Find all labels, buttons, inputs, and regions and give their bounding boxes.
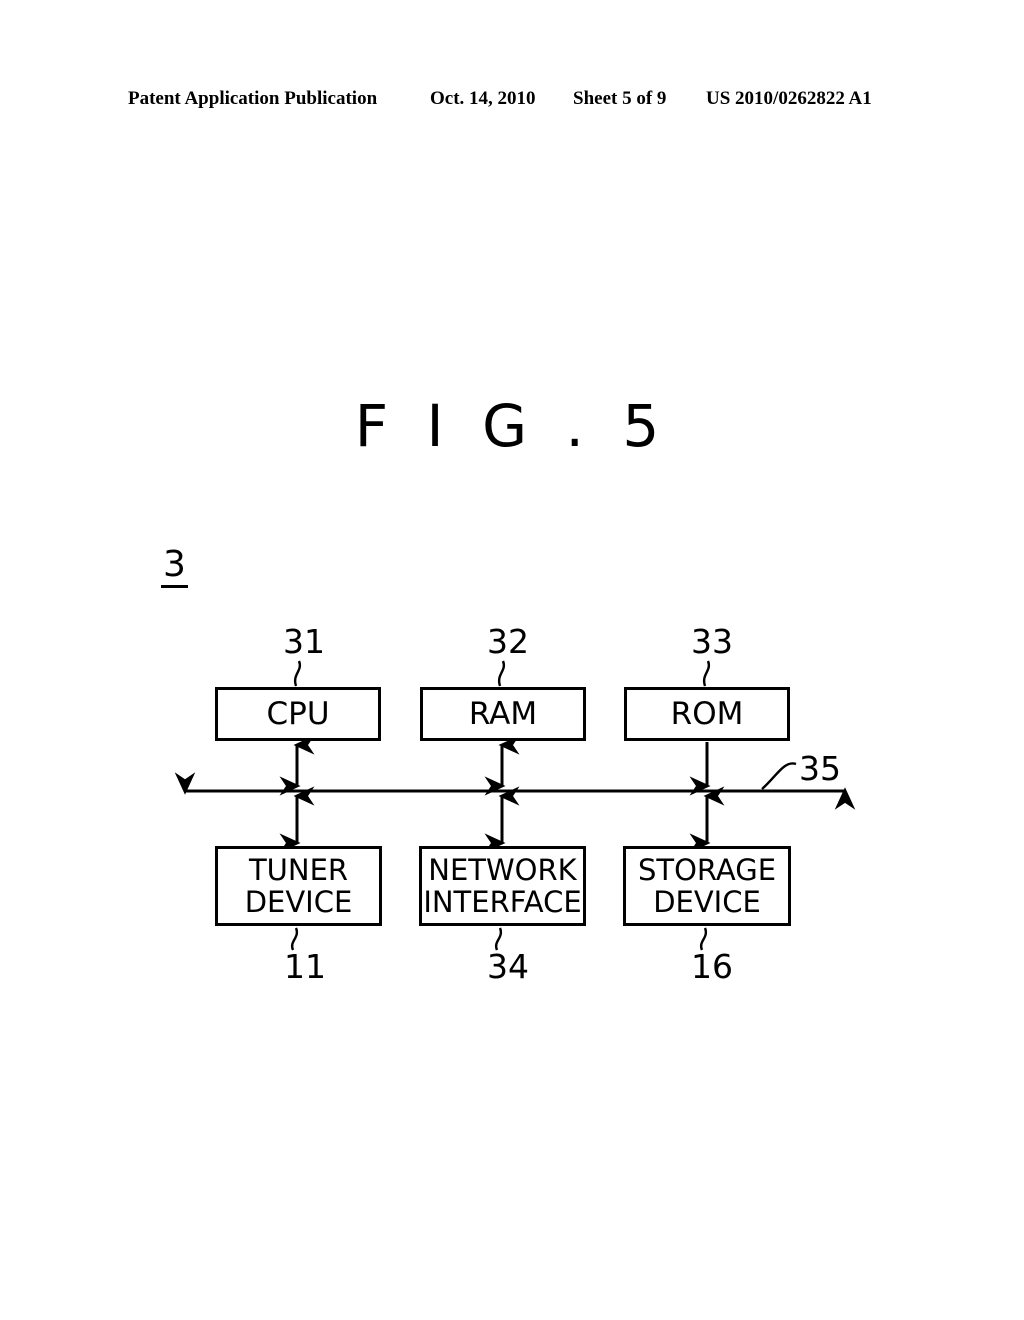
block-storage-device[interactable]: STORAGE DEVICE	[623, 846, 791, 926]
reference-numeral-network-interface: 34	[487, 947, 529, 986]
leader-line-35	[761, 762, 797, 790]
leader-line-31	[293, 660, 302, 687]
block-cpu[interactable]: CPU	[215, 687, 381, 741]
leader-line-32	[497, 660, 506, 687]
reference-numeral-tuner-device: 11	[284, 947, 326, 986]
reference-numeral-bus: 35	[799, 749, 841, 788]
block-network-interface[interactable]: NETWORK INTERFACE	[419, 846, 586, 926]
reference-numeral-rom: 33	[691, 622, 733, 661]
block-tuner-device[interactable]: TUNER DEVICE	[215, 846, 382, 926]
block-rom[interactable]: ROM	[624, 687, 790, 741]
leader-line-33	[702, 660, 711, 687]
block-ram[interactable]: RAM	[420, 687, 586, 741]
reference-numeral-ram: 32	[487, 622, 529, 661]
reference-numeral-cpu: 31	[283, 622, 325, 661]
reference-numeral-storage-device: 16	[691, 947, 733, 986]
